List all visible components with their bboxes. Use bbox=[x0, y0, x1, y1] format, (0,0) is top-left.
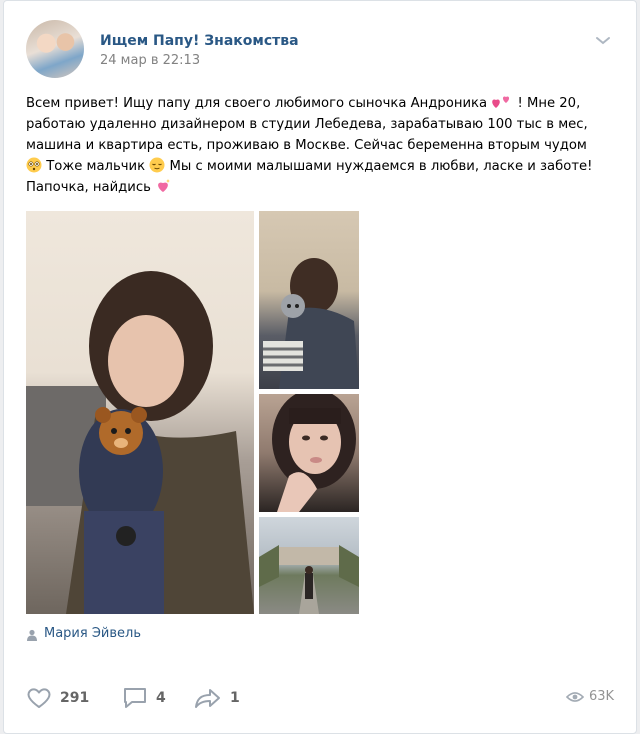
comment-count: 4 bbox=[156, 690, 166, 706]
sparkling-heart-icon bbox=[158, 179, 171, 192]
post-card: Ищем Папу! Знакомства 24 мар в 22:13 Все… bbox=[3, 0, 637, 734]
photo-kissing-baby bbox=[263, 258, 359, 389]
post-text: Всем привет! Ищу папу для своего любимог… bbox=[26, 93, 622, 198]
post-photo-2[interactable] bbox=[259, 211, 359, 389]
photo-selfie bbox=[272, 394, 356, 512]
post-date[interactable]: 24 мар в 22:13 bbox=[100, 53, 200, 68]
share-button[interactable]: 1 bbox=[194, 685, 240, 711]
post-photo-3[interactable] bbox=[259, 394, 359, 512]
post-text-line: работаю удаленно дизайнером в студии Леб… bbox=[26, 117, 588, 132]
flushed-face-icon bbox=[26, 157, 42, 173]
post-photo-4[interactable] bbox=[259, 517, 359, 614]
post-photo-main[interactable] bbox=[26, 211, 254, 614]
post-text-line: машина и квартира есть, проживаю в Москв… bbox=[26, 138, 587, 153]
comment-button[interactable]: 4 bbox=[122, 685, 166, 711]
photo-woman-with-baby bbox=[26, 271, 254, 614]
view-count: 63K bbox=[589, 689, 615, 704]
post-text-line: Всем привет! Ищу папу для своего любимог… bbox=[26, 96, 488, 111]
two-hearts-icon bbox=[492, 96, 510, 108]
post-text-line: Мы с моими малышами нуждаемся в любви, л… bbox=[169, 159, 593, 174]
post-text-line: Тоже мальчик bbox=[46, 159, 146, 174]
user-icon bbox=[27, 629, 37, 641]
eye-icon bbox=[566, 691, 584, 702]
views-counter: 63K bbox=[566, 689, 614, 704]
share-icon bbox=[195, 689, 220, 708]
chevron-down-icon[interactable] bbox=[593, 31, 613, 51]
relieved-face-icon bbox=[149, 157, 165, 173]
like-count: 291 bbox=[60, 690, 90, 706]
author-link[interactable]: Мария Эйвель bbox=[44, 626, 141, 641]
post-text-line: ! Мне 20, bbox=[517, 96, 581, 111]
group-avatar[interactable] bbox=[26, 20, 84, 78]
heart-icon bbox=[27, 688, 51, 708]
post-text-line: Папочка, найдись bbox=[26, 180, 151, 195]
group-name-link[interactable]: Ищем Папу! Знакомства bbox=[100, 33, 299, 49]
share-count: 1 bbox=[230, 690, 240, 706]
comment-icon bbox=[124, 688, 146, 708]
like-button[interactable]: 291 bbox=[26, 685, 89, 711]
photo-palace-garden bbox=[259, 545, 359, 614]
